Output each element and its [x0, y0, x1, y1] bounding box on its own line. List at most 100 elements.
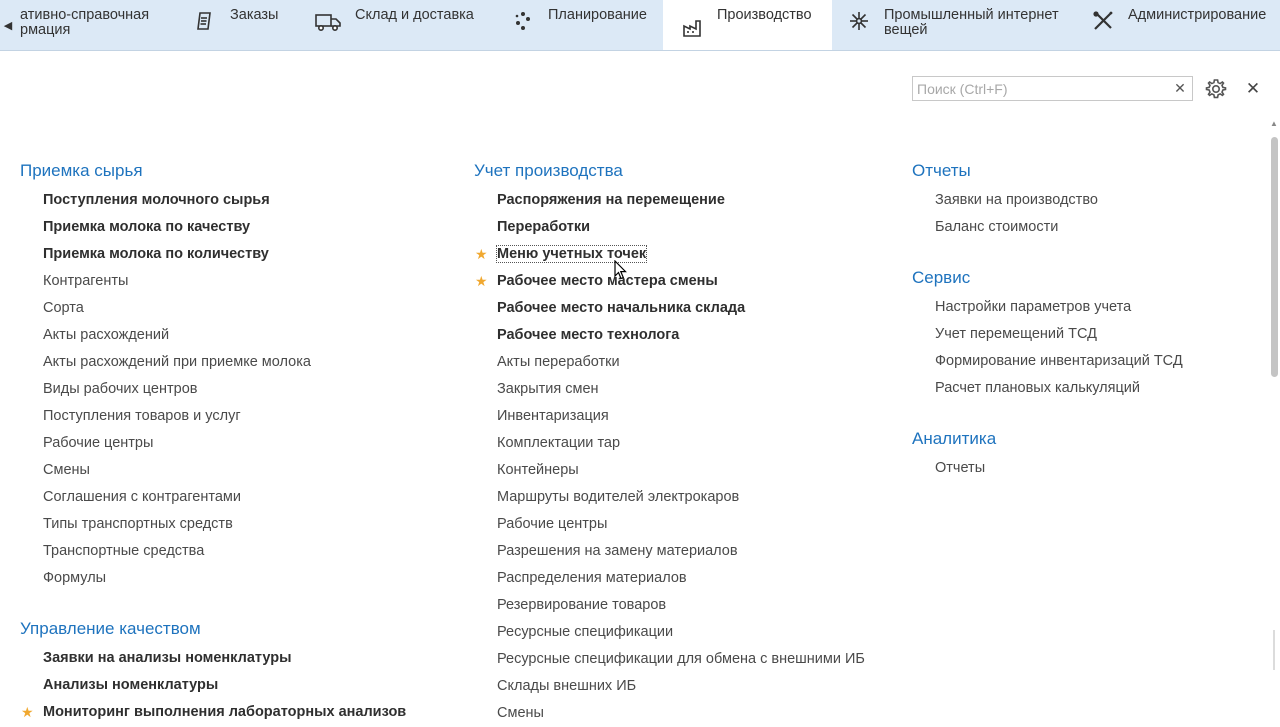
menu-command-link[interactable]: Соглашения с контрагентами: [43, 484, 406, 511]
menu-command-label: Поступления товаров и услуг: [43, 408, 241, 424]
menu-command-link[interactable]: Отчеты: [935, 455, 1183, 482]
menu-command-link[interactable]: Рабочее место технолога: [497, 322, 865, 349]
menu-command-link[interactable]: Приемка молока по количеству: [43, 241, 406, 268]
menu-command-link[interactable]: Акты расхождений: [43, 322, 406, 349]
menu-command-label: Склады внешних ИБ: [497, 678, 637, 694]
close-panel-button[interactable]: ✕: [1242, 78, 1264, 100]
menu-command-link[interactable]: Маршруты водителей электрокаров: [497, 484, 865, 511]
settings-button[interactable]: [1204, 77, 1228, 101]
menu-command-link[interactable]: Контрагенты: [43, 268, 406, 295]
menu-command-link[interactable]: Ресурсные спецификации для обмена с внеш…: [497, 646, 865, 673]
column-left: Приемка сырья Поступления молочного сырья…: [20, 160, 406, 726]
section-tab-administration[interactable]: Администрирование: [1090, 0, 1280, 50]
menu-command-label: Рабочие центры: [43, 435, 154, 451]
menu-command-link[interactable]: Переработки: [497, 214, 865, 241]
section-tab-label: Планирование: [548, 7, 647, 23]
menu-command-link[interactable]: Ресурсные спецификации: [497, 619, 865, 646]
menu-command-link[interactable]: Распоряжения на перемещение: [497, 187, 865, 214]
menu-command-link[interactable]: ★ Меню учетных точек: [475, 241, 865, 268]
section-tab-label: Администрирование: [1128, 7, 1267, 23]
menu-command-link[interactable]: Формирование инвентаризаций ТСД: [935, 348, 1183, 375]
menu-command-label: Соглашения с контрагентами: [43, 489, 241, 505]
menu-command-link[interactable]: Настройки параметров учета: [935, 294, 1183, 321]
search-field[interactable]: [912, 76, 1169, 101]
menu-command-label: Настройки параметров учета: [935, 299, 1132, 315]
menu-command-link[interactable]: Разрешения на замену материалов: [497, 538, 865, 565]
menu-command-link[interactable]: Поступления товаров и услуг: [43, 403, 406, 430]
command-list: Заявки на анализы номенклатуры Анализы но…: [21, 645, 406, 726]
group-title: Приемка сырья: [20, 161, 143, 180]
menu-command-link[interactable]: Комплектации тар: [497, 430, 865, 457]
section-tab-label: Производство: [717, 7, 812, 23]
menu-command-label: Анализы номенклатуры: [43, 677, 219, 693]
menu-command-link[interactable]: Формулы: [43, 565, 406, 592]
section-tab-warehouse[interactable]: Склад и доставка: [313, 0, 493, 50]
truck-icon: [313, 8, 343, 34]
iot-icon: [846, 8, 872, 34]
section-tab-reference-info[interactable]: ативно-справочная рмация: [20, 0, 185, 50]
menu-command-link[interactable]: ★ Мониторинг выполнения лабораторных анал…: [21, 699, 406, 726]
group-title: Аналитика: [912, 429, 997, 448]
sections-panel: ◀ ативно-справочная рмация Заказы Склад …: [0, 0, 1280, 51]
menu-command-label: Акты расхождений: [43, 327, 170, 343]
menu-command-link[interactable]: Рабочее место начальника склада: [497, 295, 865, 322]
menu-command-link[interactable]: Сорта: [43, 295, 406, 322]
scrollbar-thumb[interactable]: [1271, 137, 1278, 377]
menu-command-link[interactable]: Резервирование товаров: [497, 592, 865, 619]
menu-command-link[interactable]: Распределения материалов: [497, 565, 865, 592]
group-title: Учет производства: [474, 161, 623, 180]
sections-scroll-left-button[interactable]: ◀: [0, 0, 16, 50]
favorite-star-icon[interactable]: ★: [21, 699, 34, 726]
section-tab-iot[interactable]: Промышленный интернет вещей: [846, 0, 1076, 50]
menu-command-label: Смены: [497, 705, 544, 721]
command-list: Отчеты: [935, 455, 1183, 482]
menu-command-label: Ресурсные спецификации: [497, 624, 674, 640]
menu-command-link[interactable]: Учет перемещений ТСД: [935, 321, 1183, 348]
column-middle: Учет производства Распоряжения на перемещ…: [474, 160, 865, 727]
menu-command-link[interactable]: ★ Рабочее место мастера смены: [475, 268, 865, 295]
menu-command-link[interactable]: Смены: [43, 457, 406, 484]
menu-command-label: Виды рабочих центров: [43, 381, 198, 397]
menu-command-link[interactable]: Акты переработки: [497, 349, 865, 376]
menu-command-link[interactable]: Заявки на анализы номенклатуры: [43, 645, 406, 672]
menu-command-label: Рабочее место мастера смены: [497, 273, 718, 289]
menu-command-link[interactable]: Поступления молочного сырья: [43, 187, 406, 214]
menu-command-link[interactable]: Закрытия смен: [497, 376, 865, 403]
command-list: Распоряжения на перемещение Переработки ★ М…: [475, 187, 865, 727]
menu-command-label: Переработки: [497, 219, 591, 235]
menu-command-link[interactable]: Приемка молока по качеству: [43, 214, 406, 241]
favorite-star-icon[interactable]: ★: [475, 268, 488, 295]
favorite-star-icon[interactable]: ★: [475, 241, 488, 268]
menu-command-label: Маршруты водителей электрокаров: [497, 489, 740, 505]
menu-command-label: Заявки на производство: [935, 192, 1098, 208]
vertical-scrollbar[interactable]: ▲: [1268, 117, 1280, 720]
menu-command-link[interactable]: Склады внешних ИБ: [497, 673, 865, 700]
menu-command-label: Смены: [43, 462, 90, 478]
menu-command-link[interactable]: Контейнеры: [497, 457, 865, 484]
menu-command-label: Контрагенты: [43, 273, 129, 289]
menu-command-link[interactable]: Виды рабочих центров: [43, 376, 406, 403]
menu-command-link[interactable]: Баланс стоимости: [935, 214, 1183, 241]
menu-command-label: Сорта: [43, 300, 84, 316]
search-input[interactable]: [913, 77, 1157, 100]
menu-command-label: Акты расхождений при приемке молока: [43, 354, 311, 370]
menu-command-link[interactable]: Рабочие центры: [43, 430, 406, 457]
search-clear-button[interactable]: ✕: [1168, 76, 1193, 101]
menu-command-link[interactable]: Расчет плановых калькуляций: [935, 375, 1183, 402]
menu-command-link[interactable]: Транспортные средства: [43, 538, 406, 565]
menu-command-link[interactable]: Анализы номенклатуры: [43, 672, 406, 699]
menu-command-link[interactable]: Типы транспортных средств: [43, 511, 406, 538]
menu-command-link[interactable]: Акты расхождений при приемке молока: [43, 349, 406, 376]
section-tab-production[interactable]: Производство: [663, 0, 832, 50]
menu-command-label: Приемка молока по количеству: [43, 246, 269, 262]
menu-command-link[interactable]: Инвентаризация: [497, 403, 865, 430]
command-list: Поступления молочного сырья Приемка молок…: [43, 187, 406, 592]
section-tab-label: ативно-справочная рмация: [20, 7, 150, 38]
scroll-up-arrow-icon[interactable]: ▲: [1270, 119, 1278, 128]
section-tab-orders[interactable]: Заказы: [192, 0, 302, 50]
menu-command-link[interactable]: Смены: [497, 700, 865, 727]
section-tab-planning[interactable]: Планирование: [510, 0, 660, 50]
menu-command-link[interactable]: Заявки на производство: [935, 187, 1183, 214]
menu-command-link[interactable]: Рабочие центры: [497, 511, 865, 538]
